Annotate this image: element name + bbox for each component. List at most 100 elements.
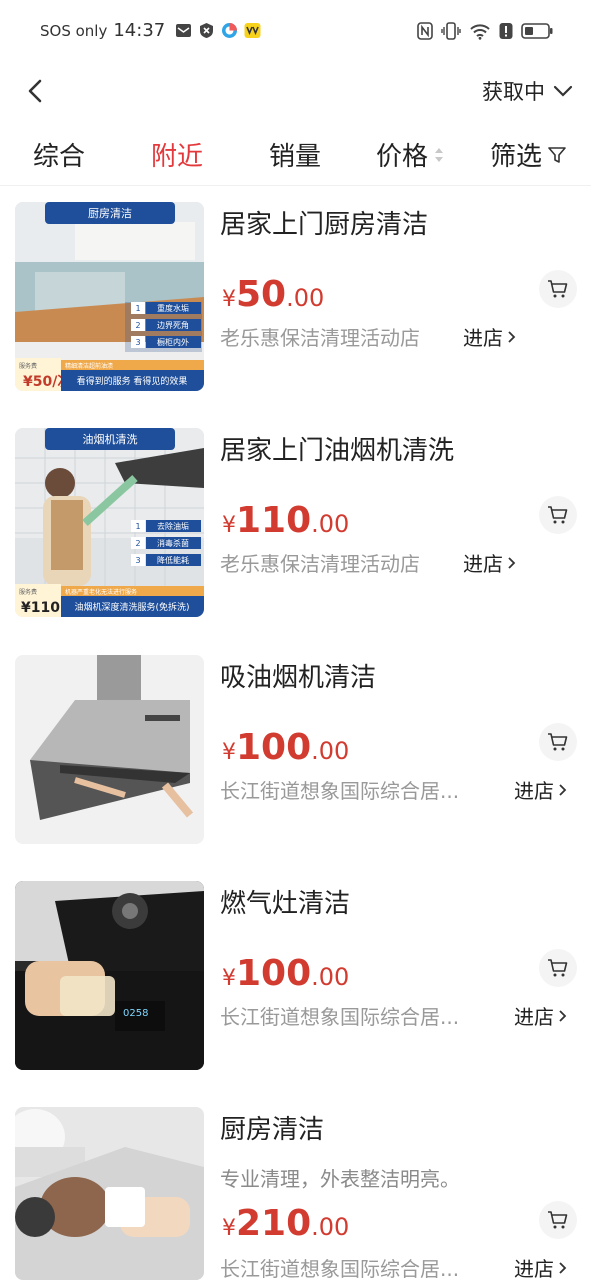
shop-name: 老乐惠保洁清理活动店: [220, 552, 420, 576]
wifi-icon: [470, 24, 490, 40]
product-title: 居家上门油烟机清洗: [220, 436, 455, 466]
tab-label: 筛选: [490, 142, 543, 172]
block-icon: [200, 23, 214, 38]
tab-label: 销量: [269, 142, 322, 172]
tab-comprehensive[interactable]: 综合: [33, 136, 85, 173]
product-image: [15, 1107, 204, 1280]
thumb-slogan: 看得到的服务 看得见的效果: [77, 375, 188, 387]
app-badge-icon: [244, 23, 261, 38]
product-image: 0258: [15, 881, 204, 1070]
tab-sales[interactable]: 销量: [269, 136, 321, 173]
svg-text:3: 3: [135, 338, 140, 347]
tab-price[interactable]: 价格: [376, 136, 444, 173]
enter-shop-link[interactable]: 进店: [514, 1001, 568, 1030]
add-to-cart-button[interactable]: [539, 270, 577, 308]
svg-text:3: 3: [135, 556, 140, 565]
add-to-cart-button[interactable]: [539, 1201, 577, 1239]
product-image: 油烟机清洗 1 去除油垢 2 消毒杀菌 3 降低能耗 服务费 ¥110 机器严重…: [15, 428, 204, 617]
product-card[interactable]: 油烟机清洗 1 去除油垢 2 消毒杀菌 3 降低能耗 服务费 ¥110 机器严重…: [0, 428, 591, 618]
enter-shop-label: 进店: [514, 1005, 554, 1029]
chevron-right-icon: [508, 556, 516, 569]
thumb-tag-label: 服务费: [19, 588, 37, 596]
enter-shop-link[interactable]: 进店: [463, 322, 517, 351]
chevron-right-icon: [559, 1261, 567, 1274]
tab-filter[interactable]: 筛选: [490, 136, 566, 173]
tab-label: 综合: [33, 142, 86, 172]
product-price: ¥210.00: [222, 1203, 350, 1244]
enter-shop-label: 进店: [514, 779, 554, 803]
cart-icon: [548, 959, 568, 977]
cart-icon: [548, 1211, 568, 1229]
enter-shop-link[interactable]: 进店: [463, 548, 517, 577]
thumb-slogan-small: 精细清洁超前油渍: [65, 362, 113, 370]
product-description: 专业清理，外表整洁明亮。: [220, 1167, 460, 1191]
svg-text:0258: 0258: [123, 1008, 148, 1019]
chevron-left-icon[interactable]: [20, 74, 54, 108]
product-title: 吸油烟机清洁: [220, 663, 377, 693]
cart-icon: [548, 733, 568, 751]
add-to-cart-button[interactable]: [539, 723, 577, 761]
enter-shop-link[interactable]: 进店: [514, 775, 568, 804]
product-price: ¥50.00: [222, 274, 325, 315]
thumb-point-text: 橱柜内外: [157, 337, 189, 347]
cart-icon: [548, 506, 568, 524]
filter-icon: [548, 146, 566, 163]
thumb-banner-text: 厨房清洁: [88, 207, 132, 220]
product-card[interactable]: 吸油烟机清洁 ¥100.00 长江街道想象国际综合居... 进店: [0, 655, 591, 845]
thumb-slogan: 油烟机深度清洗服务(免拆洗): [74, 601, 189, 613]
thumb-point-text: 降低能耗: [157, 555, 189, 565]
shop-name: 长江街道想象国际综合居...: [220, 779, 460, 803]
svg-text:1: 1: [135, 522, 140, 531]
nav-bar: 获取中: [0, 66, 591, 116]
location-label: 获取中: [482, 80, 545, 104]
location-selector[interactable]: 获取中: [482, 76, 573, 106]
thumb-tag-label: 服务费: [19, 362, 37, 370]
enter-shop-link[interactable]: 进店: [514, 1253, 568, 1280]
alert-icon: [499, 23, 513, 39]
vibrate-icon: [441, 22, 461, 40]
product-card[interactable]: 厨房清洁 1 重度水垢 2 边界死角 3 橱柜内外 服务费 ¥50/次 精细清洁…: [0, 202, 591, 392]
product-title: 居家上门厨房清洁: [220, 210, 429, 240]
tab-label: 附近: [151, 142, 204, 172]
thumb-point-text: 边界死角: [157, 320, 189, 330]
enter-shop-label: 进店: [514, 1257, 554, 1280]
product-image: [15, 655, 204, 844]
status-bar: SOS only 14:37: [0, 0, 591, 66]
cart-icon: [548, 280, 568, 298]
add-to-cart-button[interactable]: [539, 496, 577, 534]
enter-shop-label: 进店: [463, 326, 503, 350]
add-to-cart-button[interactable]: [539, 949, 577, 987]
sort-tabs: 综合 附近 销量 价格 筛选: [0, 124, 591, 186]
battery-icon: [521, 23, 553, 39]
product-title: 厨房清洁: [220, 1115, 325, 1145]
thumb-tag-value: ¥110: [21, 600, 60, 616]
tab-label: 价格: [376, 142, 429, 172]
chevron-right-icon: [559, 1009, 567, 1022]
shop-name: 长江街道想象国际综合居...: [220, 1257, 460, 1280]
nfc-icon: [417, 22, 433, 40]
chevron-right-icon: [508, 330, 516, 343]
chevron-right-icon: [559, 783, 567, 796]
svg-text:1: 1: [135, 304, 140, 313]
svg-text:2: 2: [135, 539, 140, 548]
tab-nearby[interactable]: 附近: [151, 136, 203, 173]
product-card[interactable]: 厨房清洁 专业清理，外表整洁明亮。 ¥210.00 长江街道想象国际综合居...…: [0, 1107, 591, 1280]
thumb-slogan-small: 机器严重老化无法进行服务: [65, 588, 137, 596]
thumb-point-text: 重度水垢: [157, 303, 189, 313]
chevron-down-icon: [553, 85, 573, 97]
product-image: 厨房清洁 1 重度水垢 2 边界死角 3 橱柜内外 服务费 ¥50/次 精细清洁…: [15, 202, 204, 391]
thumb-banner-text: 油烟机清洗: [83, 432, 138, 446]
thumb-point-text: 去除油垢: [157, 521, 189, 531]
shop-name: 老乐惠保洁清理活动店: [220, 326, 420, 350]
clock: 14:37: [113, 20, 166, 41]
enter-shop-label: 进店: [463, 552, 503, 576]
product-price: ¥110.00: [222, 500, 350, 541]
sort-icon: [435, 147, 444, 162]
shop-name: 长江街道想象国际综合居...: [220, 1005, 460, 1029]
product-price: ¥100.00: [222, 727, 350, 768]
app-icon: [222, 23, 238, 38]
svg-text:2: 2: [135, 321, 140, 330]
carrier-label: SOS only: [40, 21, 108, 40]
product-card[interactable]: 0258 燃气灶清洁 ¥100.00 长江街道想象国际综合居... 进店: [0, 881, 591, 1071]
thumb-point-text: 消毒杀菌: [157, 538, 189, 548]
